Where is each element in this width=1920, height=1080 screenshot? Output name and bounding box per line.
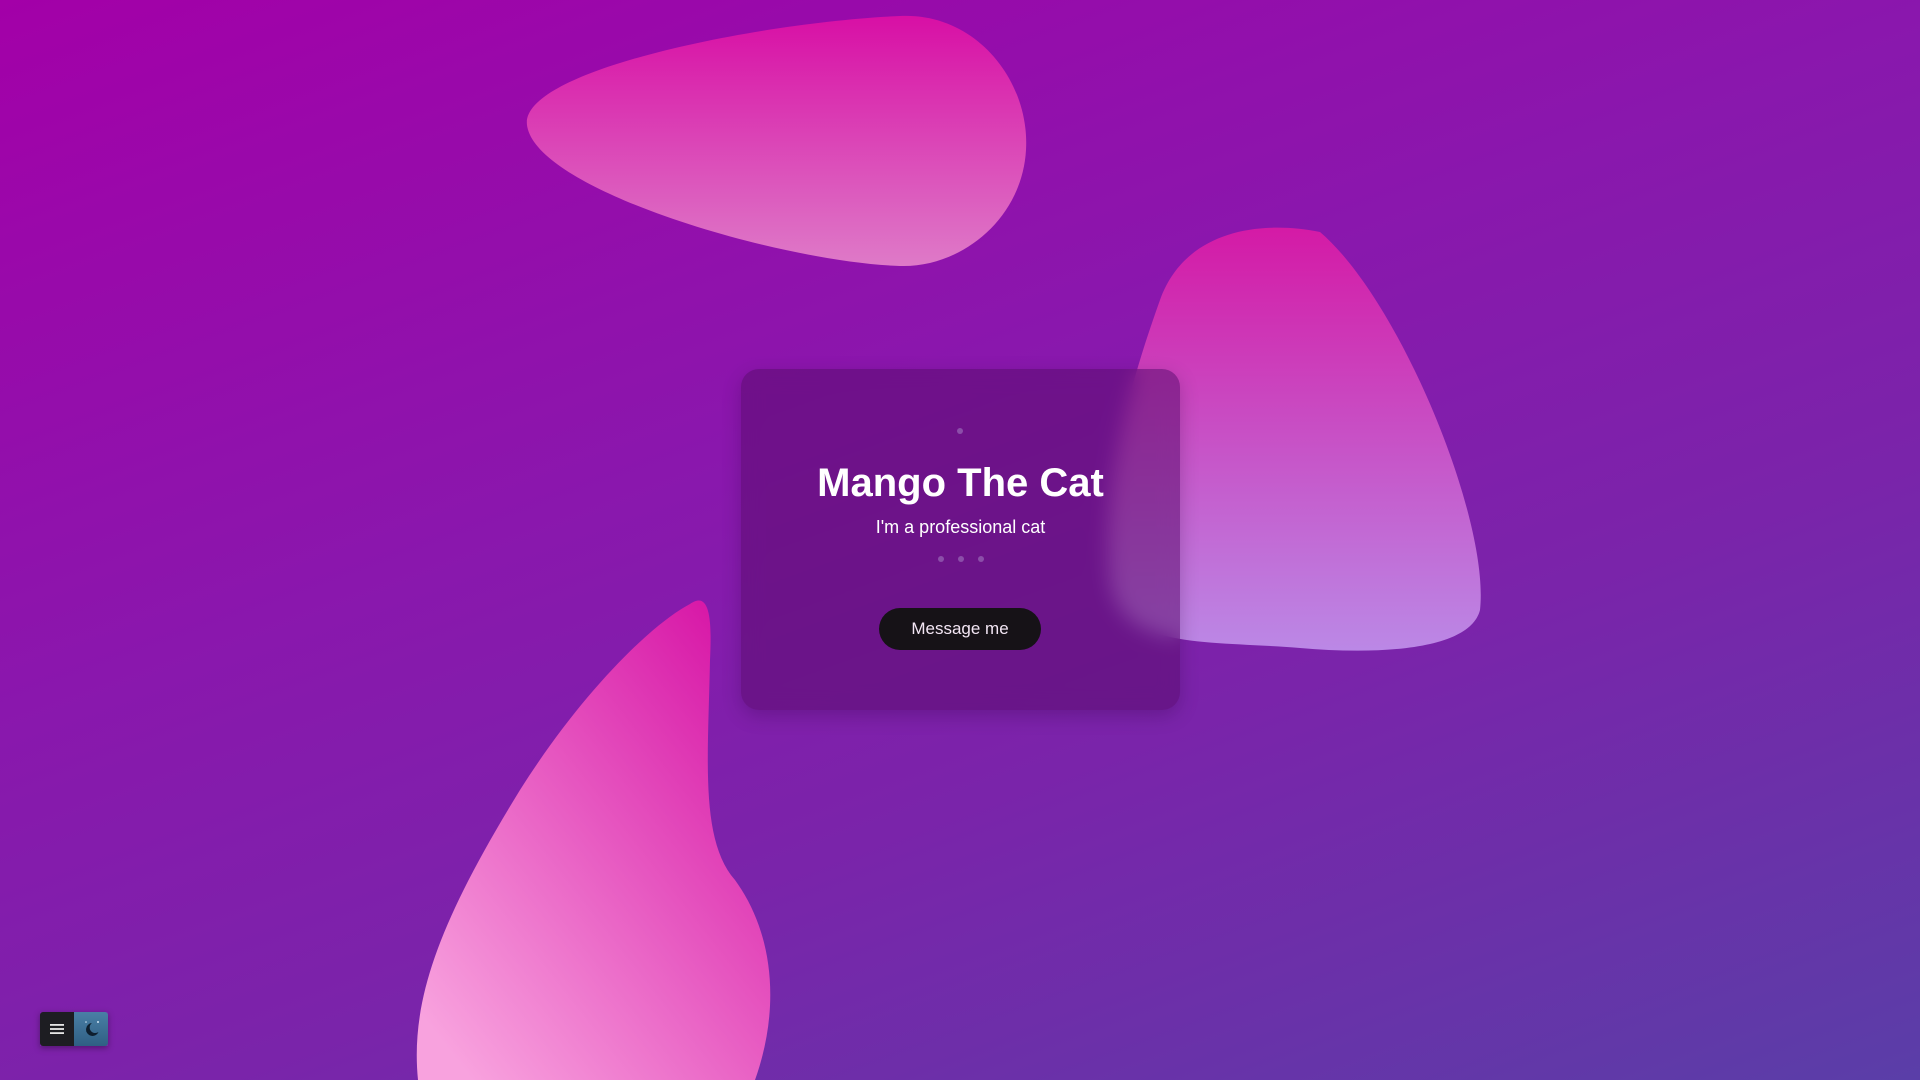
menu-button[interactable] bbox=[40, 1012, 74, 1046]
blob-top bbox=[526, 15, 1027, 267]
profile-name: Mango The Cat bbox=[817, 461, 1104, 505]
decorative-dot bbox=[977, 556, 984, 562]
theme-toggle-button[interactable] bbox=[74, 1012, 108, 1046]
profile-tagline: I'm a professional cat bbox=[875, 517, 1046, 537]
profile-card: Mango The Cat I'm a professional cat Mes… bbox=[741, 369, 1180, 710]
menu-icon bbox=[50, 1024, 64, 1034]
moon-icon bbox=[85, 1021, 99, 1036]
decorative-dot bbox=[957, 428, 963, 434]
blob-bottom-left bbox=[416, 600, 771, 1080]
bottom-toolbar bbox=[40, 1012, 108, 1046]
message-me-button[interactable]: Message me bbox=[879, 608, 1041, 650]
decorative-dot bbox=[957, 556, 964, 562]
decorative-dot bbox=[937, 556, 944, 562]
decorative-dots bbox=[741, 556, 1180, 562]
